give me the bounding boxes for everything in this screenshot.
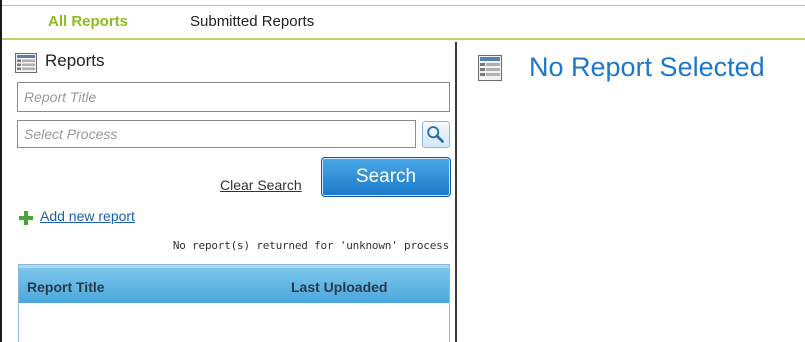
grid-header: Report Title Last Uploaded <box>19 265 449 303</box>
reports-panel: Reports Clear Search Search Add new repo… <box>2 42 457 342</box>
tab-submitted-reports[interactable]: Submitted Reports <box>190 13 314 30</box>
column-last-uploaded[interactable]: Last Uploaded <box>291 279 387 295</box>
add-new-report-link[interactable]: Add new report <box>40 208 135 224</box>
plus-icon <box>19 211 33 225</box>
tab-bar: All Reports Submitted Reports <box>2 5 805 40</box>
search-button[interactable]: Search <box>321 157 451 197</box>
status-message: No report(s) returned for 'unknown' proc… <box>172 239 449 252</box>
detail-title: No Report Selected <box>529 52 765 82</box>
report-title-input[interactable] <box>17 82 450 112</box>
process-input[interactable] <box>17 120 416 148</box>
tab-all-reports[interactable]: All Reports <box>48 13 128 30</box>
report-icon <box>15 53 37 73</box>
column-report-title[interactable]: Report Title <box>27 279 105 295</box>
report-icon <box>478 55 502 81</box>
magnifier-icon <box>427 126 444 143</box>
panel-title: Reports <box>45 51 105 70</box>
reports-app: All Reports Submitted Reports Reports Re… <box>0 0 805 342</box>
clear-search-link[interactable]: Clear Search <box>220 177 302 193</box>
reports-grid: Report Title Last Uploaded <box>18 264 450 342</box>
report-detail-panel: No Report Selected <box>459 42 805 342</box>
process-lookup-button[interactable] <box>422 121 450 148</box>
